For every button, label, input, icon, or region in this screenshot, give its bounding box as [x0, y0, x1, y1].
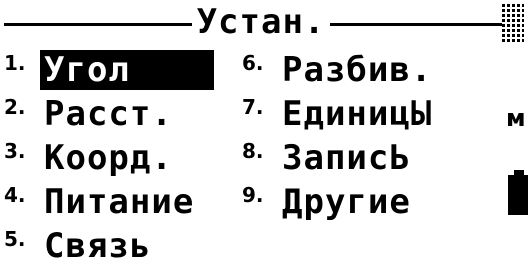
scroll-bar-icon	[502, 2, 524, 42]
menu-item-distance[interactable]: 2. Расст.	[4, 92, 177, 136]
menu-item-power[interactable]: 4. Питание	[4, 180, 198, 224]
menu-item-number: 6.	[242, 51, 264, 75]
menu-item-label: Питание	[44, 182, 195, 222]
battery-full-icon	[508, 170, 528, 216]
menu-item-stakeout[interactable]: 6. Разбив.	[242, 48, 436, 92]
menu-item-number: 3.	[4, 139, 26, 163]
menu-item-number: 9.	[242, 183, 264, 207]
menu-item-label: ЗаписЬ	[282, 138, 411, 178]
menu-item-label: Разбив.	[282, 50, 433, 90]
menu-item-communication[interactable]: 5. Связь	[4, 224, 155, 268]
menu-item-label: Угол	[40, 50, 214, 90]
menu-item-label: Коорд.	[44, 138, 173, 178]
menu-item-units[interactable]: 7. ЕдиницЫ	[242, 92, 436, 136]
menu-item-number: 7.	[242, 95, 264, 119]
menu-item-label: Другие	[282, 182, 411, 222]
menu-item-recording[interactable]: 8. ЗаписЬ	[242, 136, 415, 180]
menu-item-number: 1.	[4, 51, 26, 75]
mode-indicator: ᴍ	[506, 104, 526, 132]
page-title: Устан.	[196, 2, 326, 42]
instrument-screen: Устан. 1. Угол 2. Расст. 3. Коорд. 4. Пи…	[0, 0, 528, 266]
menu-item-label: Расст.	[44, 94, 173, 134]
menu-item-angle[interactable]: 1. Угол	[4, 48, 214, 92]
menu-item-number: 8.	[242, 139, 264, 163]
menu-item-label: ЕдиницЫ	[282, 94, 433, 134]
menu-item-number: 5.	[4, 227, 26, 251]
menu-item-coordinates[interactable]: 3. Коорд.	[4, 136, 177, 180]
menu-item-other[interactable]: 9. Другие	[242, 180, 415, 224]
title-rule-right	[330, 23, 502, 26]
title-rule-left	[4, 23, 192, 26]
menu-item-number: 2.	[4, 95, 26, 119]
menu-item-label: Связь	[44, 226, 152, 266]
menu-item-number: 4.	[4, 183, 26, 207]
